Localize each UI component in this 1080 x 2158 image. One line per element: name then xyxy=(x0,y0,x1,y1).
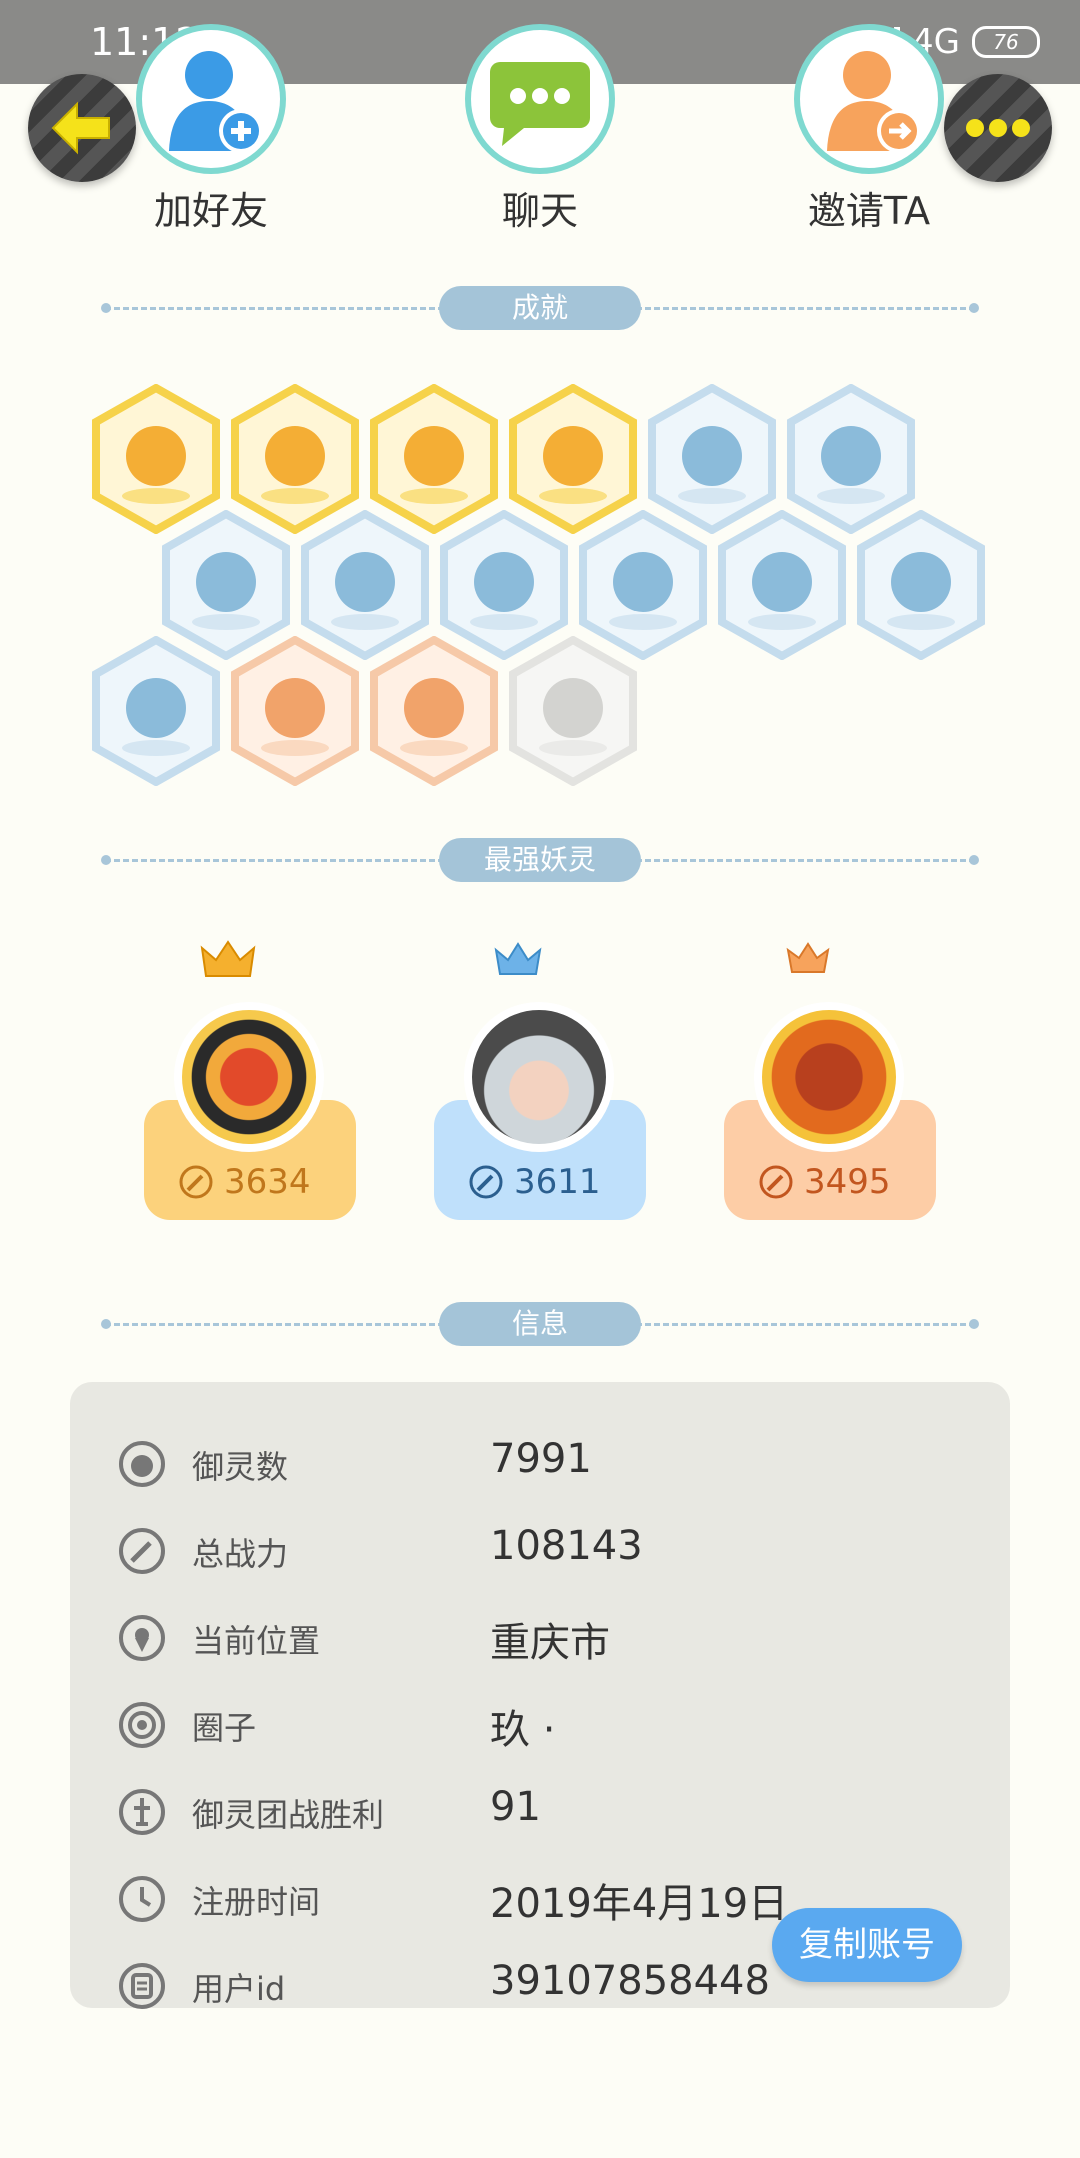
stroller-cat-icon xyxy=(231,636,359,786)
chat-label: 聊天 xyxy=(501,189,578,233)
add-friend-label: 加好友 xyxy=(153,189,268,233)
sword-icon xyxy=(759,1165,793,1199)
add-friend-icon xyxy=(136,24,286,174)
info-value: 玖 · xyxy=(490,1707,556,1753)
divider-dot xyxy=(101,1319,111,1329)
cat-silhouette-icon xyxy=(857,510,985,660)
info-key: 注册时间 xyxy=(192,1883,321,1921)
info-panel: 御灵数 7991 总战力 108143 当前位置 重庆市 圈子 玖 · 御灵团战… xyxy=(70,1382,1010,2009)
sword-icon xyxy=(119,1528,165,1574)
spirit-count-icon xyxy=(119,1441,165,1487)
shield-icon xyxy=(718,510,846,660)
power-value: 3634 xyxy=(224,1162,311,1202)
info-value: 重庆市 xyxy=(490,1620,610,1666)
info-row-total-power: 总战力 108143 xyxy=(70,1511,1010,1591)
info-header: 信息 xyxy=(101,1302,979,1346)
info-row-location: 当前位置 重庆市 xyxy=(70,1598,1010,1678)
divider-dot xyxy=(969,855,979,865)
achievement-badge[interactable] xyxy=(368,636,500,786)
sword-icon xyxy=(469,1165,503,1199)
achievement-badge[interactable] xyxy=(716,510,848,660)
info-key: 总战力 xyxy=(192,1535,289,1573)
battery-level: 76 xyxy=(993,30,1019,54)
strongest-header: 最强妖灵 xyxy=(101,838,979,882)
spirit-avatar xyxy=(464,1002,614,1152)
blue-crown-icon xyxy=(494,942,542,975)
divider-dot xyxy=(101,303,111,313)
info-key: 御灵数 xyxy=(192,1448,289,1486)
info-row-spirit-count: 御灵数 7991 xyxy=(70,1424,1010,1504)
back-button[interactable] xyxy=(28,74,136,182)
dragon-icon xyxy=(509,636,637,786)
battery-icon: 76 xyxy=(972,26,1040,58)
strongest-title: 最强妖灵 xyxy=(439,838,641,882)
clock-icon xyxy=(119,1876,165,1922)
achievement-badge[interactable] xyxy=(855,510,987,660)
spirit-avatar xyxy=(174,1002,324,1152)
copy-account-button[interactable]: 复制账号 xyxy=(772,1908,962,1982)
achievements-header: 成就 xyxy=(101,286,979,330)
add-friend-button[interactable]: 加好友 xyxy=(126,24,296,235)
circle-icon xyxy=(119,1702,165,1748)
info-key: 用户id xyxy=(192,1970,286,2008)
power-value: 3611 xyxy=(514,1162,601,1202)
info-row-team-wins: 御灵团战胜利 91 xyxy=(70,1772,1010,1852)
trophy-icon xyxy=(119,1789,165,1835)
power-value: 3495 xyxy=(804,1162,891,1202)
location-pin-icon xyxy=(119,1615,165,1661)
gold-crown-icon xyxy=(200,940,256,977)
divider-dot xyxy=(101,855,111,865)
info-key: 当前位置 xyxy=(192,1622,321,1660)
bull-cat-icon xyxy=(370,636,498,786)
achievement-badge[interactable] xyxy=(229,636,361,786)
info-key: 圈子 xyxy=(192,1709,257,1747)
more-dots-icon xyxy=(966,119,1030,137)
invite-label: 邀请TA xyxy=(807,189,931,233)
info-title: 信息 xyxy=(439,1302,641,1346)
info-value: 91 xyxy=(490,1784,541,1830)
info-value: 7991 xyxy=(490,1436,592,1482)
more-button[interactable] xyxy=(944,74,1052,182)
back-arrow-icon xyxy=(51,101,110,155)
orange-crown-icon xyxy=(786,942,830,973)
invite-icon xyxy=(794,24,944,174)
achievement-badge[interactable] xyxy=(90,636,222,786)
invite-button[interactable]: 邀请TA xyxy=(784,24,954,235)
divider-dot xyxy=(969,1319,979,1329)
info-row-circle: 圈子 玖 · xyxy=(70,1685,1010,1765)
info-key: 御灵团战胜利 xyxy=(192,1796,385,1834)
info-value: 108143 xyxy=(490,1523,643,1569)
chat-button[interactable]: 聊天 xyxy=(455,24,625,235)
achievement-badge[interactable] xyxy=(507,636,639,786)
spirit-avatar xyxy=(754,1002,904,1152)
info-value: 2019年4月19日 xyxy=(490,1881,789,1927)
id-card-icon xyxy=(119,1963,165,2009)
achievements-title: 成就 xyxy=(439,286,641,330)
cat-book-icon xyxy=(92,636,220,786)
info-value: 39107858448 xyxy=(490,1958,770,2004)
chat-icon xyxy=(465,24,615,174)
divider-dot xyxy=(969,303,979,313)
sword-icon xyxy=(179,1165,213,1199)
